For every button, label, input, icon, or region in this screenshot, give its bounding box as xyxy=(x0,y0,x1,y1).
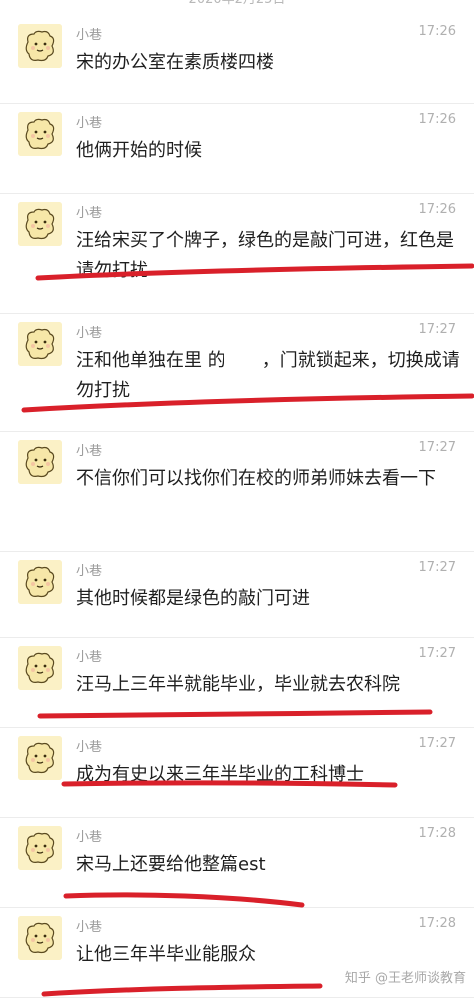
message-text: 宋马上还要给他整篇est xyxy=(76,854,266,875)
message-time: 17:27 xyxy=(418,560,456,575)
message-time: 17:26 xyxy=(418,202,456,217)
cartoon-sheep-avatar-icon[interactable] xyxy=(18,112,62,156)
sender-name: 小巷 xyxy=(76,206,103,221)
sender-name: 小巷 xyxy=(76,650,103,665)
message-time: 17:27 xyxy=(418,646,456,661)
message-row[interactable]: 小巷 17:27 其他时候都是绿色的敲门可进 xyxy=(0,552,474,638)
sender-name: 小巷 xyxy=(76,116,103,131)
sender-name: 小巷 xyxy=(76,326,103,341)
message-text: 其他时候都是绿色的敲门可进 xyxy=(76,588,310,609)
message-time: 17:27 xyxy=(418,322,456,337)
cartoon-sheep-avatar-icon[interactable] xyxy=(18,736,62,780)
sender-name: 小巷 xyxy=(76,28,103,43)
message-row[interactable]: 小巷 17:26 汪给宋买了个牌子，绿色的是敲门可进，红色是请勿打扰 xyxy=(0,194,474,314)
message-time: 17:28 xyxy=(418,826,456,841)
cartoon-sheep-avatar-icon[interactable] xyxy=(18,24,62,68)
message-text: 让他三年半毕业能服众 xyxy=(76,944,256,965)
message-time: 17:27 xyxy=(418,440,456,455)
sender-name: 小巷 xyxy=(76,740,103,755)
cartoon-sheep-avatar-icon[interactable] xyxy=(18,322,62,366)
message-text: 宋的办公室在素质楼四楼 xyxy=(76,52,274,73)
message-row[interactable]: 小巷 17:28 宋马上还要给他整篇est xyxy=(0,818,474,908)
message-text: 他俩开始的时候 xyxy=(76,140,202,161)
sender-name: 小巷 xyxy=(76,830,103,845)
message-row[interactable]: 小巷 17:27 汪马上三年半就能毕业，毕业就去农科院 xyxy=(0,638,474,728)
message-text: 汪给宋买了个牌子，绿色的是敲门可进，红色是请勿打扰 xyxy=(76,230,454,281)
watermark: 知乎 @王老师谈教育 xyxy=(344,971,466,986)
message-time: 17:27 xyxy=(418,736,456,751)
message-row[interactable]: 小巷 17:27 不信你们可以找你们在校的师弟师妹去看一下 xyxy=(0,432,474,552)
message-time: 17:26 xyxy=(418,24,456,39)
message-row[interactable]: 小巷 17:26 宋的办公室在素质楼四楼 xyxy=(0,16,474,104)
cartoon-sheep-avatar-icon[interactable] xyxy=(18,202,62,246)
cartoon-sheep-avatar-icon[interactable] xyxy=(18,440,62,484)
sender-name: 小巷 xyxy=(76,920,103,935)
message-row[interactable]: 小巷 17:27 成为有史以来三年半毕业的工科博士 xyxy=(0,728,474,818)
message-time: 17:26 xyxy=(418,112,456,127)
cartoon-sheep-avatar-icon[interactable] xyxy=(18,560,62,604)
sender-name: 小巷 xyxy=(76,444,103,459)
message-time: 17:28 xyxy=(418,916,456,931)
message-row[interactable]: 小巷 17:26 他俩开始的时候 xyxy=(0,104,474,194)
cartoon-sheep-avatar-icon[interactable] xyxy=(18,646,62,690)
date-header: 2020年2月25日 xyxy=(0,0,474,8)
censor-patch xyxy=(224,348,262,378)
sender-name: 小巷 xyxy=(76,564,103,579)
message-text: 不信你们可以找你们在校的师弟师妹去看一下 xyxy=(76,468,436,489)
message-text: 汪和他单独在里 的时候，门就锁起来，切换成请勿打扰 xyxy=(76,350,460,401)
cartoon-sheep-avatar-icon[interactable] xyxy=(18,916,62,960)
cartoon-sheep-avatar-icon[interactable] xyxy=(18,826,62,870)
message-text: 成为有史以来三年半毕业的工科博士 xyxy=(76,764,364,785)
message-text: 汪马上三年半就能毕业，毕业就去农科院 xyxy=(76,674,400,695)
